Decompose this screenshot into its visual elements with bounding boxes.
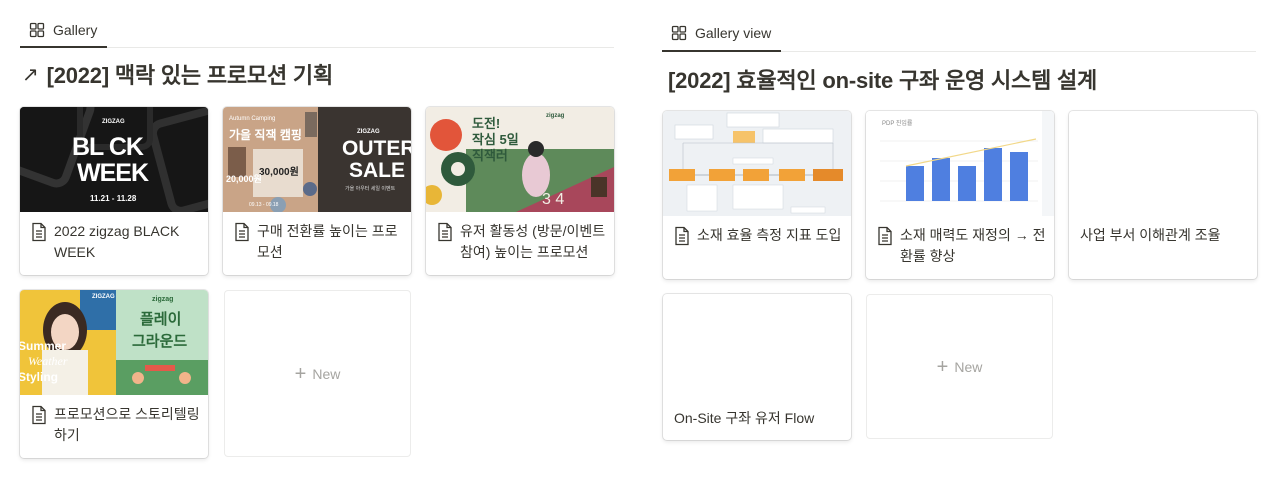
gallery-card[interactable]: On-Site 구좌 유저 Flow xyxy=(663,294,851,440)
card-cover-image: zigzag 도전! 작심 5일 직잭러 3 4 xyxy=(426,107,614,212)
card-title: 유저 활동성 (방문/이벤트 참여) 높이는 프로모션 xyxy=(460,223,606,260)
view-tab-bar: Gallery view xyxy=(662,0,1256,52)
cover-k2: 그라운드 xyxy=(132,333,188,350)
card-title: On-Site 구좌 유저 Flow xyxy=(674,410,815,426)
database-title[interactable]: ↗ [2022] 맥락 있는 프로모션 기획 xyxy=(22,58,333,90)
database-title-text: [2022] 효율적인 on-site 구좌 운영 시스템 설계 xyxy=(668,68,1098,93)
cover-line1: BL CK xyxy=(72,133,144,161)
card-cover-image: ZIGZAG Summer Weather Styling zigzag 플레이… xyxy=(20,290,208,395)
page-icon xyxy=(675,226,689,246)
cover-w1: Summer xyxy=(20,339,67,353)
card-title: 소재 매력도 재정의 → 전환률 향상 xyxy=(900,227,1046,264)
cover-chart-label: PDP 진입률 xyxy=(882,121,913,127)
cover-brand: ZIGZAG xyxy=(357,129,380,135)
card-title: 2022 zigzag BLACK WEEK xyxy=(54,223,180,260)
card-title-row: 구매 전환률 높이는 프로모션 xyxy=(233,221,403,263)
cover-brand2: zigzag xyxy=(152,296,174,303)
card-title-row: 프로모션으로 스토리텔링하기 xyxy=(30,404,200,446)
cover-dates: 11.21 - 11.28 xyxy=(90,194,137,203)
gallery-card[interactable]: PDP 진입률 소재 매력도 재정의 → 전환률 향상 xyxy=(866,111,1054,279)
cover-dates: 09.13 - 09.18 xyxy=(249,202,279,208)
database-title-text: [2022] 맥락 있는 프로모션 기획 xyxy=(46,63,334,88)
gallery-card[interactable]: zigzag 도전! 작심 5일 직잭러 3 4 유저 활동성 (방문/이벤트 … xyxy=(426,107,614,275)
card-title-row: 2022 zigzag BLACK WEEK xyxy=(30,221,200,263)
new-label: New xyxy=(312,365,341,382)
cover-big2: SALE xyxy=(349,159,406,182)
card-title-row: On-Site 구좌 유저 Flow xyxy=(674,408,843,429)
gallery-card[interactable]: 소재 효율 측정 지표 도입 xyxy=(663,111,851,279)
cover-w2: Weather xyxy=(28,354,68,368)
cover-w3: Styling xyxy=(20,370,59,384)
new-card-button[interactable]: + New xyxy=(866,294,1053,439)
card-title: 사업 부서 이해관계 조율 xyxy=(1080,227,1221,243)
card-title-row: 소재 효율 측정 지표 도입 xyxy=(673,225,843,246)
page-icon xyxy=(235,222,249,242)
cover-price2: 20,000원 xyxy=(226,174,262,184)
tab-gallery-view[interactable]: Gallery view xyxy=(662,16,782,52)
gallery-section-right: Gallery view [2022] 효율적인 on-site 구좌 운영 시… xyxy=(662,0,1257,440)
page-icon xyxy=(438,222,452,242)
tab-label: Gallery xyxy=(53,22,98,38)
gallery-card[interactable]: 사업 부서 이해관계 조율 xyxy=(1069,111,1257,279)
gallery-card[interactable]: Autumn Camping 가을 직잭 캠핑 30,000원 20,000원 … xyxy=(223,107,411,275)
arrow-up-right-icon: ↗ xyxy=(22,63,39,86)
tab-label: Gallery view xyxy=(695,25,772,41)
page-icon xyxy=(878,226,892,246)
card-title: 프로모션으로 스토리텔링하기 xyxy=(54,406,200,443)
cover-line3: 직잭러 xyxy=(472,148,508,163)
plus-icon: + xyxy=(294,362,307,385)
gallery-grid-icon xyxy=(671,25,687,41)
plus-icon: + xyxy=(936,355,949,378)
cover-price1: 30,000원 xyxy=(259,167,299,178)
cover-headline: 가을 직잭 캠핑 xyxy=(229,128,302,142)
cover-brand: ZIGZAG xyxy=(102,119,125,125)
card-cover-image xyxy=(663,111,851,216)
gallery-grid-icon xyxy=(29,22,45,38)
new-card-button[interactable]: + New xyxy=(224,290,411,457)
cover-nums: 3 4 xyxy=(542,191,565,208)
page-icon xyxy=(32,405,46,425)
cover-tag: Autumn Camping xyxy=(229,116,276,122)
tab-gallery[interactable]: Gallery xyxy=(20,14,108,48)
gallery-section-left: Gallery ↗ [2022] 맥락 있는 프로모션 기획 ZIGZAG BL… xyxy=(20,0,614,458)
gallery-card[interactable]: ZIGZAG BL CK WEEK 11.21 - 11.28 2022 zig… xyxy=(20,107,208,275)
cover-brand1: ZIGZAG xyxy=(92,294,115,300)
cover-big1: OUTER xyxy=(342,137,411,160)
cover-brand: zigzag xyxy=(546,113,565,119)
card-cover-image: ZIGZAG BL CK WEEK 11.21 - 11.28 xyxy=(20,107,208,212)
new-label: New xyxy=(954,358,983,375)
card-title-row: 소재 매력도 재정의 → 전환률 향상 xyxy=(876,225,1046,267)
flowchart-diagram xyxy=(669,112,843,214)
card-title-row: 사업 부서 이해관계 조율 xyxy=(1080,225,1249,246)
card-cover-image: Autumn Camping 가을 직잭 캠핑 30,000원 20,000원 … xyxy=(223,107,411,212)
gallery-card[interactable]: ZIGZAG Summer Weather Styling zigzag 플레이… xyxy=(20,290,208,458)
card-title-row: 유저 활동성 (방문/이벤트 참여) 높이는 프로모션 xyxy=(436,221,606,263)
card-title: 소재 효율 측정 지표 도입 xyxy=(697,227,842,243)
view-tab-bar: Gallery xyxy=(20,0,614,48)
card-cover-image: PDP 진입률 xyxy=(866,111,1054,216)
page-icon xyxy=(32,222,46,242)
cover-sub: 가을 아우터 세일 이벤트 xyxy=(345,186,396,192)
cover-k1: 플레이 xyxy=(140,311,182,328)
card-title: 구매 전환률 높이는 프로모션 xyxy=(257,223,398,260)
cover-line2: WEEK xyxy=(77,159,149,187)
database-title[interactable]: [2022] 효율적인 on-site 구좌 운영 시스템 설계 xyxy=(668,63,1097,95)
